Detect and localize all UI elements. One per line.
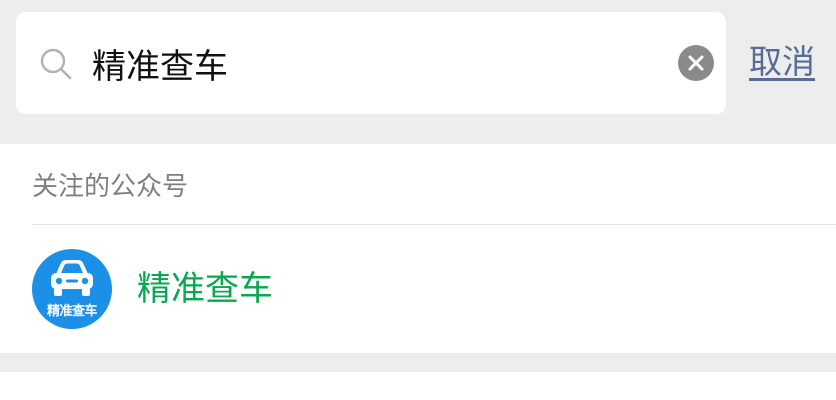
account-name: 精准查车 <box>137 269 273 309</box>
next-section <box>0 372 836 400</box>
cancel-button[interactable]: 取消 <box>749 38 815 86</box>
search-results: 关注的公众号 精准查车 精准查车 <box>0 144 836 353</box>
avatar: 精准查车 <box>32 249 112 329</box>
avatar-text: 精准查车 <box>46 304 98 319</box>
clear-search-button[interactable] <box>678 45 714 81</box>
search-input[interactable] <box>92 36 652 90</box>
search-icon <box>40 48 72 80</box>
search-page: 取消 关注的公众号 精准查车 精准查车 <box>0 0 836 400</box>
car-icon <box>51 260 93 296</box>
clear-icon <box>688 55 704 71</box>
search-box[interactable] <box>16 12 726 114</box>
search-bar: 取消 <box>0 0 836 128</box>
section-title: 关注的公众号 <box>32 172 189 202</box>
list-item[interactable]: 精准查车 精准查车 <box>0 225 836 353</box>
